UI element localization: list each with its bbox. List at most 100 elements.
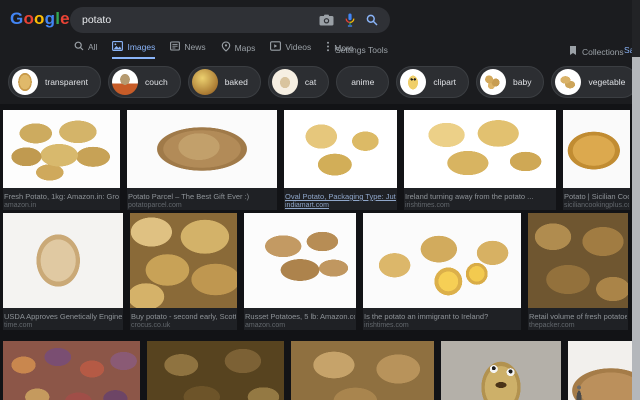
result-image-orange-potato[interactable] [563,110,630,188]
collections-icon [568,45,578,58]
chip-baked[interactable]: baked [187,66,261,98]
result-title[interactable]: Potato Parcel – The Best Gift Ever :) [128,192,276,201]
result-domain: time.com [4,322,33,329]
result-image-three-yellow-potatoes[interactable] [284,110,397,188]
chip-thumbnail-potato-cartoon [400,69,427,95]
result-domain: thepacker.com [529,322,575,329]
result-tile[interactable] [291,341,434,400]
result-tile[interactable] [147,341,284,400]
result-image-potato-pile-on-white[interactable] [3,110,120,188]
chip-label: vegetable [588,77,626,87]
search-bar[interactable] [70,7,390,33]
result-image-potato-cluster[interactable] [404,110,556,188]
result-image-giant-potato-with-tiny-person[interactable] [568,341,633,400]
result-title[interactable]: Is the potato an immigrant to Ireland? [364,312,520,321]
logo-letter: o [34,9,45,28]
tab-news[interactable]: News [170,41,206,59]
result-image-many-potatoes-closeup[interactable] [130,213,237,308]
google-logo[interactable]: Google [10,9,70,29]
result-tile[interactable]: Oval Potato, Packaging Type: Jute Bag ..… [284,110,397,210]
result-image-brown-potatoes-closeup[interactable] [528,213,628,308]
result-image-single-wide-potato[interactable] [127,110,277,188]
chip-baby[interactable]: baby [476,66,545,98]
result-tile[interactable]: Russet Potatoes, 5 lb: Amazon.com ... am… [244,213,356,330]
result-title[interactable]: Ireland turning away from the potato ... [405,192,555,201]
result-domain: siciliancookingplus.com [564,202,629,209]
results-row-3 [3,341,633,400]
camera-icon[interactable] [319,14,334,26]
result-image-colorful-mixed-potatoes[interactable] [3,341,140,400]
result-title[interactable]: Oval Potato, Packaging Type: Jute Bag ..… [285,192,396,201]
header: Google potato All Images News Maps Video… [0,0,640,104]
vertical-scrollbar[interactable] [632,0,640,400]
collections-label: Collections [582,46,624,57]
result-tile[interactable] [3,341,140,400]
result-tile[interactable] [441,341,561,400]
chip-label: transparent [45,77,88,87]
tools-button[interactable]: Tools [368,45,388,55]
scrollbar-thumb[interactable] [632,57,640,400]
search-input[interactable] [82,14,308,26]
result-image-upright-single-potato[interactable] [3,213,123,308]
chip-anime[interactable]: anime [336,66,390,98]
logo-letter: e [60,9,70,28]
chip-label: couch [145,77,168,87]
result-title[interactable]: USDA Approves Genetically Engineer... [4,312,122,321]
result-image-potatoes-with-cut-slices[interactable] [363,213,521,308]
chip-clipart[interactable]: clipart [396,66,470,98]
settings-button[interactable]: Settings [335,45,366,55]
result-tile[interactable]: Buy potato - second early, Scott... croc… [130,213,237,330]
maps-icon [221,41,231,54]
results-row-1: Fresh Potato, 1kg: Amazon.in: Gro... ama… [3,110,630,210]
tab-images[interactable]: Images [112,41,156,59]
chip-label: cat [304,77,317,87]
chip-thumbnail-couch-potato [112,69,138,95]
result-image-russet-potato-pile[interactable] [244,213,356,308]
tab-maps[interactable]: Maps [221,41,256,60]
tab-label: All [88,42,98,52]
result-tile[interactable]: Potato | Sicilian Cooki siciliancookingp… [563,110,630,210]
mic-icon[interactable] [345,13,355,27]
search-icon[interactable] [366,14,378,26]
chip-thumbnail-potato-on-white [12,69,38,95]
result-tile[interactable]: Is the potato an immigrant to Ireland? i… [363,213,521,330]
result-title[interactable]: Buy potato - second early, Scott... [131,312,236,321]
logo-letter: G [10,9,24,28]
result-title[interactable]: Russet Potatoes, 5 lb: Amazon.com ... [245,312,355,321]
chip-cat[interactable]: cat [267,66,330,98]
result-tile[interactable]: Potato Parcel – The Best Gift Ever :) po… [127,110,277,210]
result-domain: amazon.in [4,202,37,209]
more-dots-icon [326,41,330,54]
result-title[interactable]: Potato | Sicilian Cooki [564,192,629,201]
tab-all[interactable]: All [74,41,97,59]
result-type-tabs: All Images News Maps Videos More [74,41,354,60]
chip-thumbnail-baby-potatoes [480,69,507,95]
result-image-googly-eyed-potato[interactable] [441,341,561,400]
chip-transparent[interactable]: transparent [8,66,101,98]
chip-label: clipart [433,77,457,87]
result-tile[interactable]: USDA Approves Genetically Engineer... ti… [3,213,123,330]
logo-letter: o [23,9,35,28]
result-tile[interactable] [568,341,633,400]
result-tile[interactable]: Retail volume of fresh potatoes dro... t… [528,213,628,330]
chip-label: anime [351,77,375,87]
result-domain: irishtimes.com [364,322,409,329]
tab-label: News [184,42,206,52]
result-image-potatoes-closeup[interactable] [291,341,434,400]
news-icon [170,41,181,53]
tab-label: Maps [234,42,256,53]
result-domain: irishtimes.com [405,202,450,209]
result-domain: amazon.com [245,322,286,329]
chip-vegetable[interactable]: vegetable [551,66,639,98]
result-tile[interactable]: Fresh Potato, 1kg: Amazon.in: Gro... ama… [3,110,120,210]
result-image-dirty-potatoes-pile[interactable] [147,341,284,400]
result-domain: crocus.co.uk [131,322,171,329]
collections-button[interactable]: Collections [568,45,624,58]
tab-label: Videos [285,42,312,52]
related-search-chips: transparent couch baked cat anime clipar… [8,66,640,98]
tab-videos[interactable]: Videos [270,41,311,59]
result-tile[interactable]: Ireland turning away from the potato ...… [404,110,556,210]
result-title[interactable]: Retail volume of fresh potatoes dro... [529,312,627,321]
chip-couch[interactable]: couch [108,66,181,98]
result-title[interactable]: Fresh Potato, 1kg: Amazon.in: Gro... [4,192,119,201]
